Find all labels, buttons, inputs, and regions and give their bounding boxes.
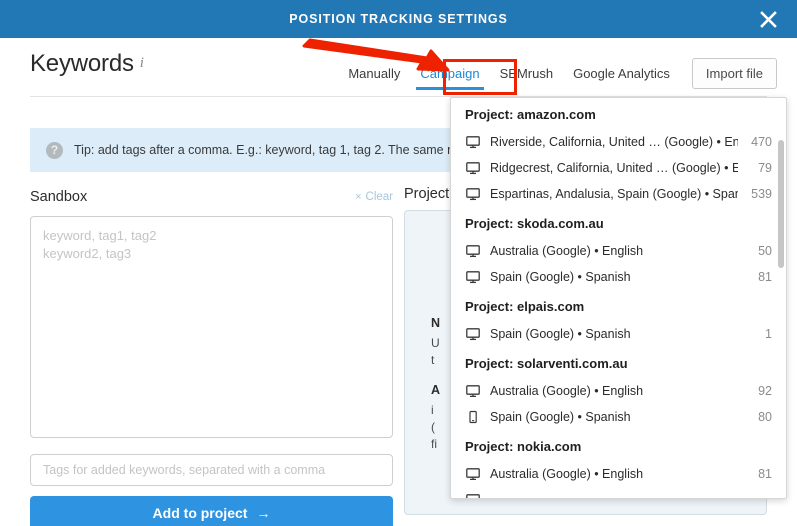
question-mark-icon: ? bbox=[46, 141, 63, 159]
device-icon-wrap bbox=[465, 327, 481, 341]
panel-body-1-line2: t bbox=[431, 353, 435, 367]
dropdown-campaign-row[interactable]: Ridgecrest, California, United … (Google… bbox=[451, 155, 786, 181]
campaign-row-label: Australia (Google) • English bbox=[490, 244, 644, 258]
campaign-row-label: Spain (Google) • Spanish bbox=[490, 270, 631, 284]
info-icon[interactable]: i bbox=[140, 55, 144, 71]
page-title-text: Keywords bbox=[30, 50, 134, 77]
dropdown-campaign-row[interactable]: Espartinas, Andalusia, Spain (Google) • … bbox=[451, 181, 786, 207]
tab-manually[interactable]: Manually bbox=[338, 62, 410, 90]
close-icon bbox=[759, 10, 777, 28]
device-icon-wrap bbox=[465, 467, 481, 481]
dropdown-campaign-row[interactable]: Australia (Google) • English 50 bbox=[451, 238, 786, 264]
device-icon-wrap bbox=[465, 187, 481, 201]
campaign-dropdown-list[interactable]: Project: amazon.com Riverside, California… bbox=[451, 98, 786, 498]
campaign-row-count: 50 bbox=[758, 244, 772, 258]
device-icon-wrap bbox=[465, 493, 481, 498]
sandbox-textarea[interactable] bbox=[30, 216, 393, 438]
dropdown-project-heading: Project: amazon.com bbox=[465, 107, 596, 122]
tab-campaign[interactable]: Campaign bbox=[410, 62, 489, 90]
dropdown-scrollbar[interactable] bbox=[778, 140, 784, 268]
add-to-project-button[interactable]: Add to project → bbox=[30, 496, 393, 526]
tab-google-analytics[interactable]: Google Analytics bbox=[563, 62, 680, 90]
modal-header: Keywords i Manually Campaign SEMrush Goog… bbox=[0, 38, 797, 96]
tags-input[interactable] bbox=[30, 454, 393, 486]
dropdown-campaign-row[interactable] bbox=[451, 487, 786, 498]
campaign-row-label: Australia (Google) • English bbox=[490, 384, 644, 398]
campaign-row-count: 79 bbox=[758, 161, 772, 175]
sandbox-label: Sandbox bbox=[30, 189, 88, 205]
desktop-icon bbox=[466, 468, 480, 481]
device-icon-wrap bbox=[465, 244, 481, 258]
campaign-row-count: 1 bbox=[765, 327, 772, 341]
panel-body-2-line2: ( bbox=[431, 420, 435, 434]
desktop-icon bbox=[466, 494, 480, 498]
campaign-row-label: Ridgecrest, California, United … (Google… bbox=[490, 161, 738, 175]
dropdown-project-heading: Project: skoda.com.au bbox=[465, 216, 604, 231]
campaign-row-label: Espartinas, Andalusia, Spain (Google) • … bbox=[490, 187, 738, 201]
close-button[interactable] bbox=[749, 0, 787, 38]
add-to-project-label: Add to project bbox=[152, 505, 248, 521]
dropdown-project-heading: Project: elpais.com bbox=[465, 299, 585, 314]
tab-semrush[interactable]: SEMrush bbox=[490, 62, 563, 90]
dropdown-project-heading: Project: solarventi.com.au bbox=[465, 356, 628, 371]
panel-body-2-line1: i bbox=[431, 403, 434, 417]
arrow-right-icon: → bbox=[256, 505, 271, 521]
desktop-icon bbox=[466, 385, 480, 398]
dropdown-campaign-row[interactable]: Riverside, California, United … (Google)… bbox=[451, 129, 786, 155]
desktop-icon bbox=[466, 271, 480, 284]
dropdown-campaign-row[interactable]: Australia (Google) • English 81 bbox=[451, 461, 786, 487]
campaign-row-count: 81 bbox=[758, 467, 772, 481]
desktop-icon bbox=[466, 162, 480, 175]
device-icon-wrap bbox=[465, 135, 481, 149]
clear-label: Clear bbox=[365, 191, 393, 203]
panel-body-2-line3: fi bbox=[431, 437, 437, 451]
sandbox-column: Sandbox × Clear Add to project → bbox=[30, 186, 393, 526]
campaign-row-count: 92 bbox=[758, 384, 772, 398]
dropdown-campaign-row[interactable]: Australia (Google) • English 92 bbox=[451, 378, 786, 404]
campaign-row-count: 81 bbox=[758, 270, 772, 284]
desktop-icon bbox=[466, 188, 480, 201]
position-tracking-settings-modal: POSITION TRACKING SETTINGS Keywords i Man… bbox=[0, 0, 797, 526]
sandbox-header: Sandbox × Clear bbox=[30, 186, 393, 208]
modal-titlebar: POSITION TRACKING SETTINGS bbox=[0, 0, 797, 38]
campaign-row-label: Spain (Google) • Spanish bbox=[490, 327, 631, 341]
import-file-button[interactable]: Import file bbox=[691, 58, 777, 89]
campaign-row-count: 470 bbox=[751, 135, 772, 149]
clear-x-icon: × bbox=[355, 191, 362, 203]
device-icon-wrap bbox=[465, 410, 481, 424]
dropdown-campaign-row[interactable]: Spain (Google) • Spanish 80 bbox=[451, 404, 786, 430]
clear-button[interactable]: × Clear bbox=[355, 191, 393, 203]
device-icon-wrap bbox=[465, 161, 481, 175]
desktop-icon bbox=[466, 328, 480, 341]
tip-text: Tip: add tags after a comma. E.g.: keywo… bbox=[74, 143, 475, 157]
panel-body-1-line1: U bbox=[431, 336, 440, 350]
dropdown-campaign-row[interactable]: Spain (Google) • Spanish 1 bbox=[451, 321, 786, 347]
modal-title: POSITION TRACKING SETTINGS bbox=[289, 12, 508, 26]
device-icon-wrap bbox=[465, 384, 481, 398]
campaign-row-count: 539 bbox=[751, 187, 772, 201]
device-icon-wrap bbox=[465, 270, 481, 284]
dropdown-project-heading: Project: nokia.com bbox=[465, 439, 582, 454]
dropdown-campaign-row[interactable]: Spain (Google) • Spanish 81 bbox=[451, 264, 786, 290]
campaign-row-count: 80 bbox=[758, 410, 772, 424]
mobile-icon bbox=[469, 410, 477, 424]
campaign-row-label: Riverside, California, United … (Google)… bbox=[490, 135, 738, 149]
campaign-dropdown[interactable]: Project: amazon.com Riverside, California… bbox=[450, 97, 787, 499]
campaign-row-label: Spain (Google) • Spanish bbox=[490, 410, 631, 424]
page-title: Keywords i bbox=[30, 50, 144, 78]
campaign-row-label: Australia (Google) • English bbox=[490, 467, 644, 481]
desktop-icon bbox=[466, 245, 480, 258]
desktop-icon bbox=[466, 136, 480, 149]
source-tabs: Manually Campaign SEMrush Google Analyti… bbox=[338, 58, 777, 94]
